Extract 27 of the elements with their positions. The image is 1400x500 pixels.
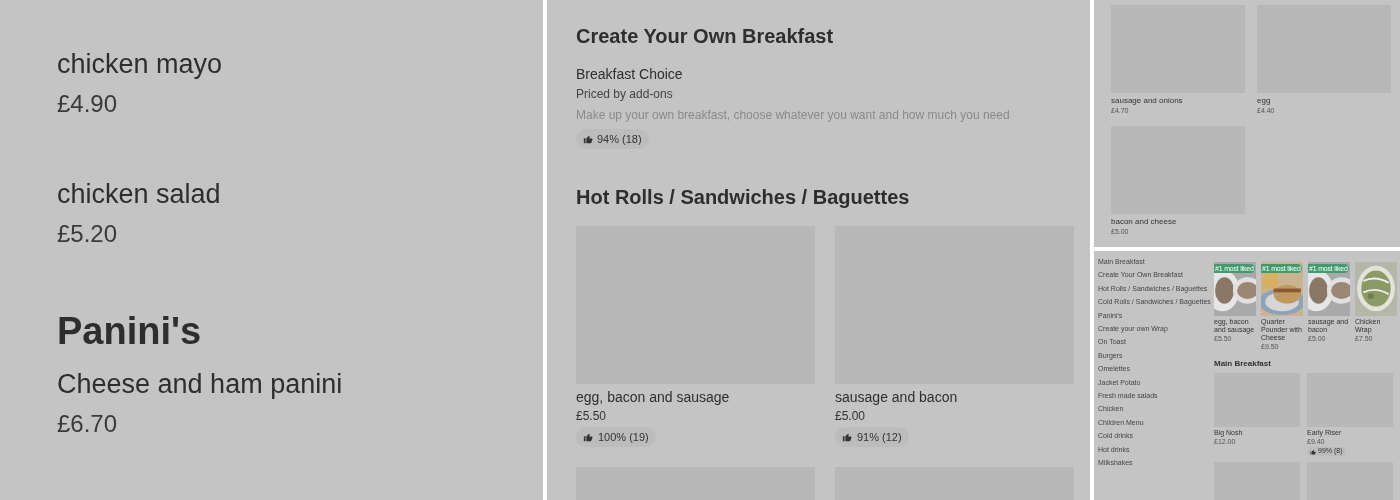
item-price: £4.90 [57,89,119,119]
item-name: Breakfast Choice [576,65,683,84]
item-price: £6.70 [57,409,119,439]
section-heading: Hot Rolls / Sandwiches / Baguettes [576,185,911,210]
section-heading: Main Breakfast [1214,359,1272,369]
item-price: £5.50 [576,408,607,425]
thumbs-up-icon [1310,448,1316,455]
item-name: Cheese and ham panini [57,368,344,401]
item-subtitle: Priced by add-ons [576,86,673,103]
item-price: £5.00 [835,408,866,425]
item-name[interactable]: sausage and onions [1111,95,1183,106]
item-name[interactable]: sausage and bacon [835,387,958,407]
item-name: chicken mayo [57,48,224,81]
item-description: Make up your own breakfast, choose whatever you want and how much you need [576,107,1010,124]
thumbs-up-icon [842,432,852,442]
item-name[interactable]: egg [1257,95,1271,106]
item-name[interactable]: bacon and cheese [1111,216,1177,227]
item-price: £5.20 [57,219,119,249]
rating-text: 94% (18) [597,131,642,147]
thumbs-up-icon [583,134,593,144]
rating-text: 91% (12) [857,429,902,445]
section-heading: Panini's [57,312,203,350]
thumbs-up-icon [583,432,593,442]
rating-text: 100% (19) [598,429,649,445]
section-heading: Create Your Own Breakfast [576,24,835,49]
item-name[interactable]: egg, bacon and sausage [576,387,730,407]
item-name: chicken salad [57,178,222,211]
